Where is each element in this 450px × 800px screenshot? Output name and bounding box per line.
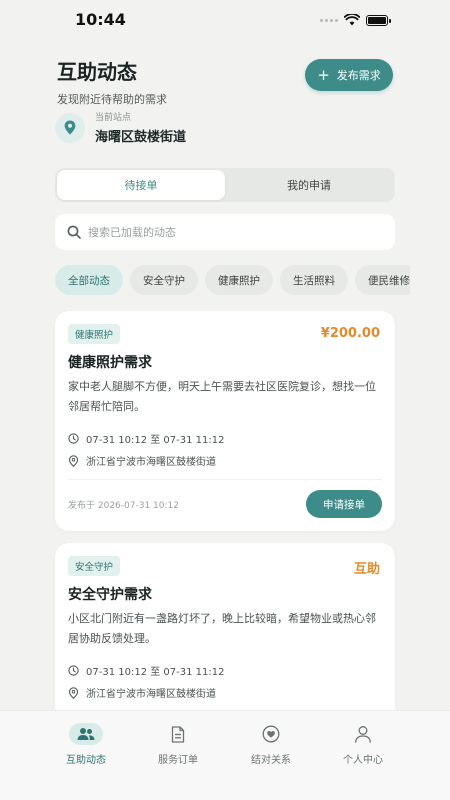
- page-header: 互助动态 发现附近待帮助的需求: [57, 56, 167, 107]
- signal-icon: [320, 18, 338, 22]
- user-icon: [346, 723, 380, 745]
- bottom-navigation: 互助动态 服务订单 结对关系 个人中心: [0, 710, 450, 800]
- chip-health-care[interactable]: 健康照护: [205, 265, 273, 295]
- chip-repair[interactable]: 便民维修: [355, 265, 410, 295]
- time-range: 07-31 10:12 至 07-31 11:12: [86, 667, 225, 678]
- publish-button-label: 发布需求: [336, 69, 381, 82]
- order-tabs: 待接单 我的申请: [55, 168, 395, 202]
- current-station[interactable]: 当前站点 海曙区鼓楼街道: [55, 110, 186, 145]
- location-pin-icon: [55, 112, 85, 143]
- clock-icon: [68, 665, 79, 676]
- people-icon: [69, 723, 103, 745]
- category-tag: 健康照护: [68, 324, 121, 344]
- search-input[interactable]: [88, 225, 368, 239]
- reward-amount: 互助: [353, 562, 380, 577]
- address-row: 浙江省宁波市海曙区鼓楼街道: [68, 685, 216, 700]
- chip-daily-care[interactable]: 生活照料: [280, 265, 348, 295]
- nav-label: 个人中心: [343, 755, 383, 766]
- status-icons: [320, 14, 391, 26]
- chip-all[interactable]: 全部动态: [55, 265, 123, 295]
- document-icon: [161, 723, 195, 745]
- request-title: 安全守护需求: [68, 587, 152, 603]
- time-range-row: 07-31 10:12 至 07-31 11:12: [68, 431, 224, 446]
- nav-pairing[interactable]: 结对关系: [231, 723, 311, 766]
- nav-label: 服务订单: [158, 755, 198, 766]
- divider: [68, 479, 382, 480]
- nav-service-orders[interactable]: 服务订单: [138, 723, 218, 766]
- location-icon: [68, 686, 79, 699]
- search-icon: [67, 225, 81, 239]
- plus-icon: +: [317, 65, 330, 84]
- wifi-icon: [344, 14, 360, 26]
- request-title: 健康照护需求: [68, 355, 152, 371]
- search-bar[interactable]: [55, 214, 395, 250]
- nav-label: 互助动态: [66, 755, 106, 766]
- request-card[interactable]: 健康照护 ¥200.00 健康照护需求 家中老人腿脚不方便，明天上午需要去社区医…: [55, 311, 395, 531]
- published-time: 发布于 2026-07-31 10:12: [68, 501, 179, 511]
- publish-request-button[interactable]: + 发布需求: [305, 59, 393, 91]
- page-subtitle: 发现附近待帮助的需求: [57, 93, 167, 106]
- reward-amount: ¥200.00: [320, 326, 380, 341]
- nav-mutual-help[interactable]: 互助动态: [46, 723, 126, 766]
- battery-icon: [366, 14, 391, 26]
- time-range-row: 07-31 10:12 至 07-31 11:12: [68, 663, 224, 678]
- clock-icon: [68, 433, 79, 444]
- category-filter: 全部动态 安全守护 健康照护 生活照料 便民维修: [55, 265, 410, 295]
- address: 浙江省宁波市海曙区鼓楼街道: [86, 457, 216, 468]
- category-tag: 安全守护: [68, 556, 121, 576]
- request-description: 小区北门附近有一盏路灯坏了，晚上比较暗，希望物业或热心邻居协助反馈处理。: [68, 612, 376, 645]
- station-name: 海曙区鼓楼街道: [95, 130, 187, 145]
- status-time: 10:44: [75, 10, 126, 29]
- location-icon: [68, 454, 79, 467]
- tab-pending-orders[interactable]: 待接单: [57, 170, 225, 200]
- tab-my-applications[interactable]: 我的申请: [225, 170, 393, 200]
- page-title: 互助动态: [57, 60, 137, 84]
- chip-safety[interactable]: 安全守护: [130, 265, 198, 295]
- time-range: 07-31 10:12 至 07-31 11:12: [86, 435, 225, 446]
- nav-label: 结对关系: [251, 755, 291, 766]
- request-description: 家中老人腿脚不方便，明天上午需要去社区医院复诊，想找一位邻居帮忙陪同。: [68, 380, 376, 413]
- address-row: 浙江省宁波市海曙区鼓楼街道: [68, 453, 216, 468]
- address: 浙江省宁波市海曙区鼓楼街道: [86, 689, 216, 700]
- nav-profile[interactable]: 个人中心: [323, 723, 403, 766]
- apply-order-button[interactable]: 申请接单: [306, 490, 382, 518]
- station-label: 当前站点: [95, 113, 132, 123]
- status-bar: 10:44: [0, 0, 450, 40]
- heart-badge-icon: [254, 723, 288, 745]
